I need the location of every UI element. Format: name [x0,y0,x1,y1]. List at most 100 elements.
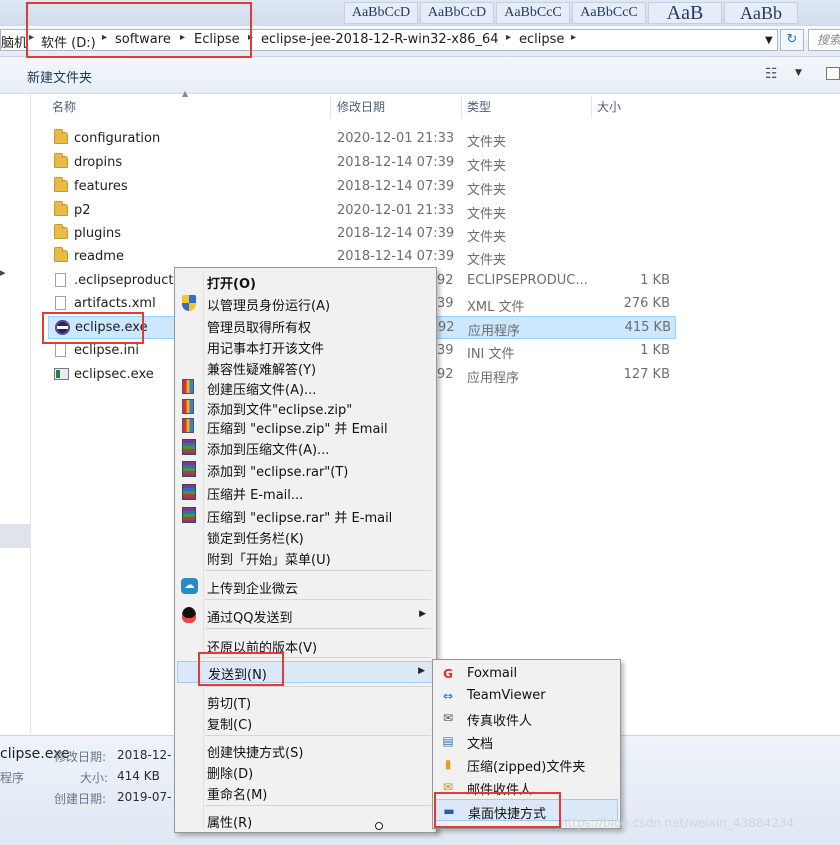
nav-selected-item[interactable] [0,524,30,548]
menu-item-zip-and-email[interactable]: 压缩到 "eclipse.zip" 并 Email [177,416,434,437]
file-row[interactable]: features 2018-12-14 07:39 文件夹 [48,176,676,199]
style-sample[interactable]: AaB [648,2,722,24]
menu-item-add-to-rar[interactable]: 添加到 "eclipse.rar"(T) [177,459,434,480]
file-row[interactable]: dropins 2018-12-14 07:39 文件夹 [48,152,676,175]
breadcrumb-current-folder[interactable]: eclipse [519,32,564,47]
file-row[interactable]: configuration 2020-12-01 21:33 文件夹 [48,128,676,151]
file-type: 文件夹 [467,135,507,150]
refresh-button[interactable]: ↻ [780,29,804,51]
column-divider[interactable] [461,96,462,118]
chevron-right-icon[interactable]: ▸ [571,32,576,43]
file-row[interactable]: p2 2020-12-01 21:33 文件夹 [48,200,676,223]
column-divider[interactable] [591,96,592,118]
send-to-documents[interactable]: ▤ 文档 [435,730,618,752]
send-to-fax-recipient[interactable]: ✉ 传真收件人 [435,707,618,729]
view-options-icon[interactable]: ☷ [765,66,778,82]
style-sample[interactable]: AaBbCcD [344,2,418,24]
file-name: features [74,179,128,194]
file-date: 39 [437,296,454,311]
menu-item-pin-to-taskbar[interactable]: 锁定到任务栏(K) [177,526,434,547]
submenu-item-label: 文档 [467,737,494,752]
menu-item-troubleshoot-compatibility[interactable]: 兼容性疑难解答(Y) [177,357,434,378]
details-size-value: 414 KB [117,769,160,783]
menu-item-delete[interactable]: 删除(D) [177,761,434,782]
file-type: 文件夹 [467,207,507,222]
nav-expander-icon[interactable]: ▸ [0,266,6,279]
menu-item-add-to-rar-archive[interactable]: 添加到压缩文件(A)... [177,437,434,458]
menu-item-run-as-admin[interactable]: 以管理员身份运行(A) [177,293,434,314]
column-divider[interactable] [330,96,331,118]
menu-item-label: 复制(C) [207,718,253,733]
file-name: configuration [74,131,161,146]
column-header-name[interactable]: 名称 [52,96,76,118]
toolbar: 新建文件夹 ☷ ▼ [0,57,840,94]
file-name: p2 [74,203,91,218]
submenu-item-label: 传真收件人 [467,714,533,729]
style-sample[interactable]: AaBbCcC [496,2,570,24]
menu-item-cut[interactable]: 剪切(T) [177,691,434,712]
watermark-text: https://blog.csdn.net/weixin_43884234 [560,816,795,830]
column-header-type[interactable]: 类型 [467,96,491,118]
file-date: 2018-12-14 07:39 [337,249,455,264]
menu-item-label: 删除(D) [207,767,254,782]
file-row[interactable]: readme 2018-12-14 07:39 文件夹 [48,246,676,269]
new-folder-button[interactable]: 新建文件夹 [27,67,92,86]
menu-item-label: 压缩到 "eclipse.zip" 并 Email [207,422,388,437]
menu-item-label: 打开(O) [207,277,256,292]
column-header-size[interactable]: 大小 [597,96,621,118]
file-date: 92 [437,367,454,382]
file-size: 415 KB [624,320,671,335]
xml-document-icon [55,296,66,310]
send-to-foxmail[interactable]: G Foxmail [435,663,618,685]
folder-icon [54,201,68,216]
file-name: dropins [74,155,123,170]
refresh-icon: ↻ [786,32,798,47]
file-type: ECLIPSEPRODUC... [467,273,588,288]
menu-item-rar-and-email[interactable]: 压缩到 "eclipse.rar" 并 E-mail [177,505,434,526]
fax-icon: ✉ [442,711,454,725]
menu-item-pin-to-start[interactable]: 附到「开始」菜单(U) [177,547,434,568]
file-size: 276 KB [623,296,670,311]
menu-item-send-via-qq[interactable]: 通过QQ发送到 ▶ [177,605,434,626]
file-name: artifacts.xml [74,296,156,311]
sort-ascending-icon: ▲ [182,89,189,98]
file-row[interactable]: plugins 2018-12-14 07:39 文件夹 [48,223,676,246]
file-type: 文件夹 [467,230,507,245]
style-sample[interactable]: AaBbCcC [572,2,646,24]
menu-item-copy[interactable]: 复制(C) [177,712,434,733]
breadcrumb-eclipse-jee[interactable]: eclipse-jee-2018-12-R-win32-x86_64 [261,32,499,47]
style-sample[interactable]: AaBb [724,2,798,24]
send-to-zipped-folder[interactable]: ▮ 压缩(zipped)文件夹 [435,753,618,775]
search-input[interactable]: 搜索 [808,29,840,51]
menu-item-label: 兼容性疑难解答(Y) [207,363,317,378]
menu-item-compress-and-email[interactable]: 压缩并 E-mail... [177,482,434,503]
menu-item-open-with-notepad[interactable]: 用记事本打开该文件 [177,336,434,357]
menu-item-label: 属性(R) [207,816,253,831]
chevron-down-icon[interactable]: ▼ [795,68,802,78]
breadcrumb-computer[interactable]: 脑机 [1,32,27,51]
preview-pane-icon[interactable] [826,67,840,80]
ini-document-icon [55,343,66,357]
file-date: 2020-12-01 21:33 [337,203,455,218]
menu-item-label: 重命名(M) [207,788,268,803]
menu-item-label: 添加到 "eclipse.rar"(T) [207,465,349,480]
file-size: 127 KB [623,367,670,382]
menu-item-open[interactable]: 打开(O) [177,271,434,292]
menu-item-take-ownership[interactable]: 管理员取得所有权 [177,315,434,336]
menu-item-create-shortcut[interactable]: 创建快捷方式(S) [177,740,434,761]
menu-item-create-archive[interactable]: 创建压缩文件(A)... [177,377,434,398]
menu-item-add-to-zip[interactable]: 添加到文件"eclipse.zip" [177,397,434,418]
file-date: 2018-12-14 07:39 [337,179,455,194]
menu-item-properties[interactable]: 属性(R) [177,810,434,831]
menu-item-rename[interactable]: 重命名(M) [177,782,434,803]
menu-item-upload-weiyun[interactable]: ☁ 上传到企业微云 [177,576,434,597]
executable-icon [54,368,69,380]
chevron-down-icon[interactable]: ▼ [765,35,773,46]
menu-item-label: 剪切(T) [207,697,252,712]
style-sample[interactable]: AaBbCcD [420,2,494,24]
shield-icon [182,295,196,311]
menu-item-label: 创建压缩文件(A)... [207,383,317,398]
send-to-teamviewer[interactable]: ⇔ TeamViewer [435,685,618,707]
chevron-right-icon[interactable]: ▸ [506,32,511,43]
column-header-date[interactable]: 修改日期 [337,96,385,118]
